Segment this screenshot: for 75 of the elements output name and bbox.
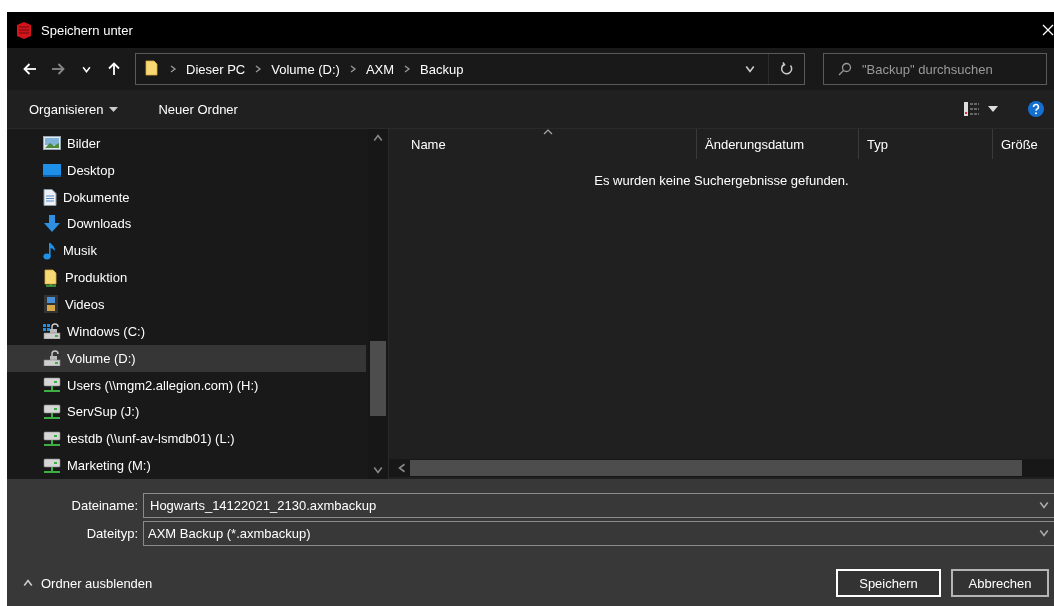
chevron-down-icon [745,64,755,74]
hide-folders-button[interactable]: Ordner ausblenden [19,571,157,595]
sidebar-item[interactable]: testdb (\\unf-av-lsmdb01) (L:) [7,425,366,453]
sidebar-item[interactable]: Volume (D:) [7,344,366,372]
picture-icon [43,136,61,151]
sidebar-item[interactable]: Desktop [7,156,366,184]
network-drive-icon [43,403,61,420]
app-logo-icon [15,21,33,39]
save-button[interactable]: Speichern [836,569,941,597]
back-arrow-icon [23,63,37,75]
document-icon [43,188,57,206]
empty-message: Es wurden keine Suchergebnisse gefunden. [594,173,849,189]
scroll-left-icon [397,463,407,473]
network-drive-icon [43,457,61,474]
scrollbar-thumb[interactable] [410,460,1022,476]
network-drive-icon [43,430,61,447]
close-icon [1042,24,1054,36]
column-header[interactable]: Größe [992,129,1054,159]
sidebar-item[interactable]: Videos [7,291,366,318]
search-icon [838,62,852,76]
breadcrumb-chevron-icon [254,65,263,73]
scroll-up-icon [373,133,383,143]
window-title: Speichern unter [41,22,134,38]
refresh-icon [779,62,794,76]
breadcrumb-item[interactable]: Volume (D:) [271,61,340,77]
scroll-down-icon [373,465,383,475]
details-view-icon [964,102,980,116]
chevron-down-icon [81,64,91,74]
breadcrumb-item[interactable]: AXM [365,61,395,77]
breadcrumb-chevron-icon [348,65,357,73]
scrollbar-thumb[interactable] [370,341,386,416]
drive-icon [43,350,61,367]
film-icon [43,295,59,314]
help-icon [1028,101,1044,117]
horizontal-scrollbar[interactable] [389,459,1054,477]
breadcrumb-chevron-icon [169,65,177,73]
download-arrow-icon [43,215,61,233]
system-drive-icon [43,323,61,340]
field-label: Dateityp: [85,525,139,541]
music-note-icon [43,241,57,260]
sidebar-item[interactable]: Marketing (M:) [7,452,366,479]
chevron-down-icon [1039,500,1049,510]
file-type-dropdown[interactable]: AXM Backup (*.axmbackup) [143,520,1054,546]
menu-button[interactable]: Organisieren [21,97,127,121]
network-folder-icon [43,268,59,287]
sidebar-item[interactable]: Downloads [7,210,366,238]
breadcrumb-item[interactable]: Backup [420,61,464,77]
cancel-button[interactable]: Abbrechen [951,569,1049,597]
dropdown-caret-icon [988,106,998,112]
search-input[interactable]: "Backup" durchsuchen [862,61,1032,77]
chevron-down-icon [1039,528,1049,538]
breadcrumb-item[interactable]: Dieser PC [186,61,246,77]
field-label: Dateiname: [70,497,139,513]
folder-icon [144,60,160,78]
column-header[interactable]: Typ [858,129,992,159]
sidebar-item[interactable]: ServSup (J:) [7,398,366,426]
column-header[interactable]: Name [389,129,696,159]
forward-arrow-icon [51,63,65,75]
chevron-up-icon [23,578,33,588]
sidebar-item[interactable]: Bilder [7,130,366,157]
address-bar[interactable]: Dieser PC Volume (D:) AXM Backup [135,53,805,85]
desktop-icon [43,163,61,177]
network-drive-icon [43,377,61,393]
up-arrow-icon [108,62,120,76]
file-name-field[interactable]: Hogwarts_14122021_2130.axmbackup [143,492,1054,518]
sidebar-item[interactable]: Produktion [7,264,366,292]
breadcrumb-chevron-icon [403,65,412,73]
sidebar-item[interactable]: Users (\\mgm2.allegion.com) (H:) [7,371,366,399]
sidebar-item[interactable]: Musik [7,237,366,265]
sidebar-item[interactable]: Dokumente [7,183,366,211]
toolbar-button[interactable]: Neuer Ordner [150,97,246,121]
search-field[interactable]: "Backup" durchsuchen [823,53,1047,85]
file-name-input[interactable]: Hogwarts_14122021_2130.axmbackup [144,497,1034,513]
sidebar-item[interactable]: Windows (C:) [7,317,366,345]
column-header[interactable]: Änderungsdatum [696,129,858,159]
